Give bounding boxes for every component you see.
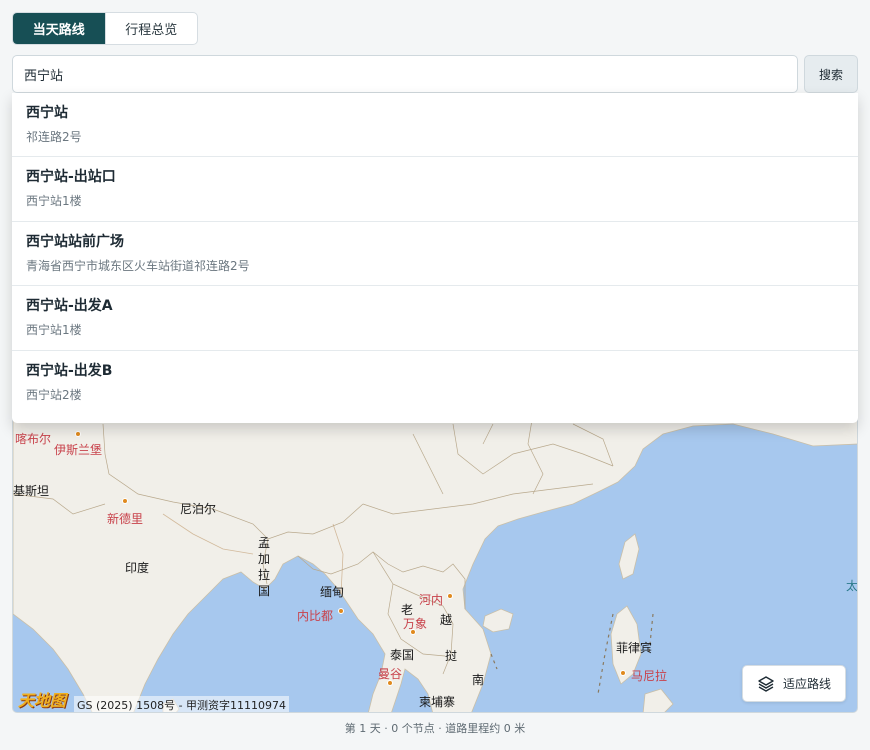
fit-route-button[interactable]: 适应路线 bbox=[742, 665, 846, 702]
suggestion-title: 西宁站站前广场 bbox=[26, 233, 124, 250]
suggestion-address: 西宁站1楼 bbox=[26, 323, 82, 338]
suggestion-item[interactable]: 西宁站-出发A 西宁站1楼 bbox=[12, 286, 858, 351]
map-label-philippines: 菲律宾 bbox=[616, 641, 653, 655]
map-label-vietnam-c: 南 bbox=[472, 673, 485, 687]
place-search-input[interactable] bbox=[12, 55, 798, 93]
capital-dot-islamabad bbox=[75, 431, 81, 437]
mindoro-shape bbox=[642, 688, 674, 712]
map-label-nepal: 尼泊尔 bbox=[180, 502, 217, 516]
suggestion-item[interactable]: 西宁站-出发B 西宁站2楼 bbox=[12, 351, 858, 415]
map-label-hanoi: 河内 bbox=[419, 593, 444, 607]
map-label-myanmar: 缅甸 bbox=[320, 585, 345, 599]
tab-today-route[interactable]: 当天路线 bbox=[13, 13, 105, 44]
suggestion-title: 西宁站-出发A bbox=[26, 298, 113, 315]
suggestion-item[interactable]: 西宁站 祁连路2号 bbox=[12, 93, 858, 158]
layers-icon bbox=[758, 675, 774, 692]
map-label-islamabad: 伊斯兰堡 bbox=[54, 443, 103, 457]
suggestion-title: 西宁站-出站口 bbox=[26, 169, 116, 186]
suggestion-item[interactable]: 西宁站-出站口 西宁站1楼 bbox=[12, 157, 858, 222]
hainan-shape bbox=[482, 608, 514, 633]
route-status: 第 1 天 · 0 个节点 · 道路里程约 0 米 bbox=[344, 722, 526, 735]
capital-dot-new-delhi bbox=[122, 498, 128, 504]
map-label-new-delhi: 新德里 bbox=[107, 512, 144, 526]
suggestion-address: 西宁站2楼 bbox=[26, 387, 82, 402]
search-suggestions: 西宁站 祁连路2号 西宁站-出站口 西宁站1楼 西宁站站前广场 青海省西宁市城东… bbox=[12, 93, 858, 423]
map-label-bangladesh: 孟加拉国 bbox=[257, 536, 270, 598]
suggestion-title: 西宁站-出发B bbox=[26, 362, 113, 379]
map-label-bangkok: 曼谷 bbox=[378, 667, 403, 681]
route-tabs: 当天路线 行程总览 bbox=[12, 12, 198, 45]
map-label-kabul: 喀布尔 bbox=[15, 432, 52, 446]
suggestion-address: 祁连路2号 bbox=[26, 130, 82, 144]
capital-dot-hanoi bbox=[447, 593, 453, 599]
map-copyright: GS (2025) 1508号 - 甲测资字11110974 bbox=[74, 696, 290, 712]
capital-dot-naypyidaw bbox=[338, 608, 344, 614]
suggestion-item[interactable]: 西宁站站前广场 青海省西宁市城东区火车站街道祁连路2号 bbox=[12, 222, 858, 287]
map-label-manila: 马尼拉 bbox=[631, 669, 668, 683]
suggestion-address: 青海省西宁市城东区火车站街道祁连路2号 bbox=[26, 258, 250, 273]
tianditu-logo: 天地图 bbox=[18, 691, 67, 710]
suggestion-address: 西宁站1楼 bbox=[26, 194, 82, 209]
search-button[interactable]: 搜索 bbox=[804, 55, 858, 93]
map-label-vientiane: 万象 bbox=[403, 617, 428, 631]
tab-trip-overview[interactable]: 行程总览 bbox=[104, 13, 198, 44]
map-label-vietnam-a: 越 bbox=[440, 613, 453, 627]
capital-dot-manila bbox=[620, 670, 626, 676]
fit-route-label: 适应路线 bbox=[783, 677, 832, 691]
map-label-taiwan-edge: 太 bbox=[846, 579, 858, 593]
map-label-vietnam-b: 挝 bbox=[445, 649, 458, 663]
map-label-naypyidaw: 内比都 bbox=[297, 609, 334, 623]
suggestion-title: 西宁站 bbox=[26, 105, 68, 121]
map-label-pakistan: 巴基斯坦 bbox=[13, 484, 50, 498]
map-label-cambodia: 柬埔寨 bbox=[419, 695, 456, 709]
map-label-thailand: 泰国 bbox=[390, 648, 415, 662]
map-label-india: 印度 bbox=[125, 561, 150, 575]
taiwan-shape bbox=[618, 533, 640, 580]
